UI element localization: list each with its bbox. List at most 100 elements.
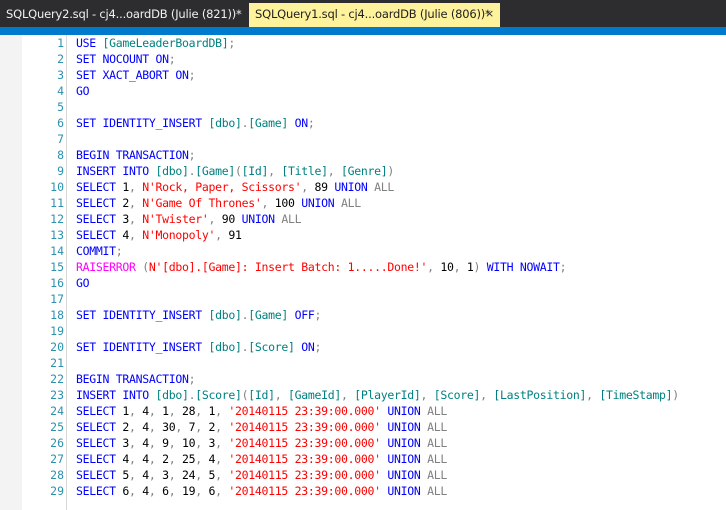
code-line[interactable]: GO	[76, 275, 679, 291]
line-number: 7	[57, 132, 64, 146]
code-token: ,	[215, 436, 229, 450]
line-number: 13	[50, 228, 64, 242]
code-token: ,	[215, 452, 229, 466]
code-token: ,	[148, 484, 163, 498]
code-token: ,	[129, 484, 143, 498]
line-number: 8	[57, 148, 64, 162]
code-area[interactable]: USE [GameLeaderBoardDB]; SET NOCOUNT ON; S…	[76, 35, 679, 499]
code-token: ,	[215, 468, 229, 482]
code-line[interactable]: BEGIN TRANSACTION;	[76, 147, 679, 163]
line-number: 25	[50, 420, 64, 434]
gutter-separator	[66, 35, 67, 510]
code-token: ,	[129, 452, 143, 466]
code-token: 6	[162, 484, 169, 498]
code-line[interactable]	[76, 355, 679, 371]
code-token: ;	[228, 36, 235, 50]
code-line[interactable]: SELECT 2, N'Game Of Thrones', 100 UNION …	[76, 195, 679, 211]
code-token: SELECT	[76, 452, 123, 466]
code-line[interactable]: RAISERROR (N'[dbo].[Game]: Insert Batch:…	[76, 259, 679, 275]
close-tab-icon[interactable]: ×	[485, 3, 494, 25]
code-token: 91	[228, 228, 242, 242]
code-token: 5	[122, 468, 129, 482]
code-token: ;	[559, 260, 567, 274]
code-token: ,	[195, 404, 209, 418]
code-token: '20140115 23:39:00.000'	[228, 420, 381, 434]
code-token: ,	[129, 228, 143, 242]
code-token: ,	[148, 420, 163, 434]
code-line[interactable]	[76, 131, 679, 147]
code-token: (	[234, 164, 242, 178]
code-token: UNION	[380, 484, 428, 498]
code-token: GO	[76, 276, 90, 290]
code-token: ,	[420, 388, 434, 402]
code-token: )	[672, 388, 679, 402]
code-line[interactable]	[76, 99, 679, 115]
code-token: 3	[122, 436, 129, 450]
code-line[interactable]: COMMIT;	[76, 243, 679, 259]
code-token: N'[dbo].[Game]: Insert Batch: 1.....Done…	[148, 260, 428, 274]
code-token: OFF	[287, 308, 315, 322]
code-line[interactable]: SELECT 5, 4, 3, 24, 5, '20140115 23:39:0…	[76, 467, 679, 483]
code-token: 10	[182, 436, 196, 450]
code-token: ;	[314, 308, 322, 322]
code-token: ,	[215, 228, 229, 242]
code-line[interactable]: INSERT INTO [dbo].[Score]([Id], [GameId]…	[76, 387, 679, 403]
code-token: ;	[188, 148, 196, 162]
code-token: 2	[122, 196, 129, 210]
line-number: 29	[50, 484, 64, 498]
code-token: 4	[142, 484, 149, 498]
line-number: 23	[50, 388, 64, 402]
code-line[interactable]	[76, 291, 679, 307]
code-line[interactable]: SELECT 2, 4, 30, 7, 2, '20140115 23:39:0…	[76, 419, 679, 435]
code-line[interactable]: SET NOCOUNT ON;	[76, 51, 679, 67]
code-line[interactable]: SELECT 1, 4, 1, 28, 1, '20140115 23:39:0…	[76, 403, 679, 419]
query-editor[interactable]: 1 2 3 4 5 6 7 8 9 10 11 12 13 14 15 16 17 18 19 20 21 22 23 24 2…	[0, 35, 726, 510]
code-token: SELECT	[76, 484, 123, 498]
code-line[interactable]: INSERT INTO [dbo].[Game]([Id], [Title], …	[76, 163, 679, 179]
code-token: UNION	[241, 212, 282, 226]
code-token: ,	[215, 484, 229, 498]
code-line[interactable]: GO	[76, 83, 679, 99]
indicator-margin	[0, 35, 22, 510]
code-line[interactable]: SET IDENTITY_INSERT [dbo].[Game] ON;	[76, 115, 679, 131]
code-line[interactable]: SELECT 4, N'Monopoly', 91	[76, 227, 679, 243]
tab-sqlquery1[interactable]: SQLQuery1.sql - cj4...oardDB (Julie (806…	[249, 3, 500, 27]
code-line[interactable]: SELECT 1, N'Rock, Paper, Scissors', 89 U…	[76, 179, 679, 195]
code-token: [Title]	[281, 164, 328, 178]
code-line[interactable]: SELECT 3, N'Twister', 90 UNION ALL	[76, 211, 679, 227]
code-line[interactable]: SELECT 6, 4, 6, 19, 6, '20140115 23:39:0…	[76, 483, 679, 499]
code-token: [LastPosition]	[493, 388, 587, 402]
code-line[interactable]	[76, 323, 679, 339]
code-token: [GameLeaderBoardDB]	[102, 36, 229, 50]
code-line[interactable]: BEGIN TRANSACTION;	[76, 371, 679, 387]
code-token: SELECT	[76, 228, 123, 242]
code-token: SELECT	[76, 196, 123, 210]
code-token: SET IDENTITY_INSERT	[76, 116, 209, 130]
tab-sqlquery2[interactable]: SQLQuery2.sql - cj4...oardDB (Julie (821…	[0, 3, 247, 27]
code-token: SELECT	[76, 420, 123, 434]
code-token: ,	[129, 404, 143, 418]
code-line[interactable]: SET IDENTITY_INSERT [dbo].[Game] OFF;	[76, 307, 679, 323]
line-number: 21	[50, 356, 64, 370]
code-line[interactable]: SET IDENTITY_INSERT [dbo].[Score] ON;	[76, 339, 679, 355]
code-token: ,	[168, 484, 182, 498]
code-token: ;	[115, 244, 123, 258]
code-line[interactable]: USE [GameLeaderBoardDB];	[76, 35, 679, 51]
code-line[interactable]: SELECT 3, 4, 9, 10, 3, '20140115 23:39:0…	[76, 435, 679, 451]
code-token: N'Game Of Thrones'	[142, 196, 262, 210]
code-token: ALL	[427, 436, 447, 450]
code-token: ,	[168, 436, 182, 450]
code-token: 3	[162, 468, 169, 482]
code-token: ,	[129, 436, 143, 450]
code-token: )	[473, 260, 487, 274]
code-token: UNION	[301, 196, 341, 210]
code-token: ,	[148, 436, 163, 450]
code-line[interactable]: SET XACT_ABORT ON;	[76, 67, 679, 83]
code-token: SELECT	[76, 468, 123, 482]
code-token: ,	[208, 212, 222, 226]
code-token: )	[387, 164, 394, 178]
code-token: ,	[453, 260, 467, 274]
code-token: COMMIT	[76, 244, 116, 258]
code-line[interactable]: SELECT 4, 4, 2, 25, 4, '20140115 23:39:0…	[76, 451, 679, 467]
code-token: ,	[129, 212, 143, 226]
